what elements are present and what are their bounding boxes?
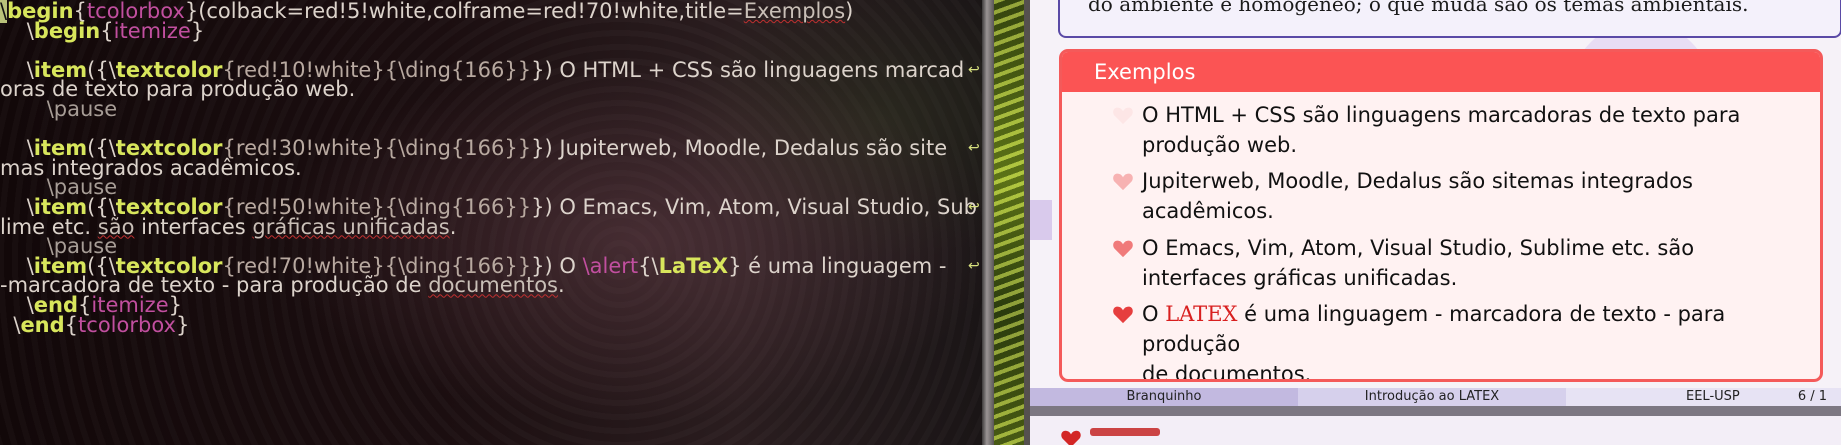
code-token: \ xyxy=(0,312,21,337)
code-token: itemize xyxy=(113,18,191,43)
pdf-viewer[interactable]: do ambiente é homogêneo; o que muda são … xyxy=(1030,0,1841,445)
line-wrap-icon: ↩ xyxy=(968,257,980,274)
code-token: . xyxy=(449,214,457,239)
item-text: O xyxy=(1142,302,1166,326)
line-wrap-icon: ↩ xyxy=(968,61,980,78)
code-token: \pause xyxy=(0,97,118,121)
heart-bullet-icon xyxy=(1113,173,1133,191)
code-token: documentos xyxy=(428,273,558,298)
code-token: }(colback=red!5!white,colframe=red!70!wh… xyxy=(184,0,744,23)
heart-icon xyxy=(1061,430,1081,445)
footer-title: Introdução ao LATEX xyxy=(1298,388,1566,406)
code-token: } xyxy=(175,312,190,337)
next-slide-page xyxy=(1030,416,1841,445)
code-token: } é uma linguagem - xyxy=(728,253,947,278)
footer-author: Branquinho xyxy=(1030,388,1298,406)
code-token: LaTeX xyxy=(658,253,729,278)
code-token: begin xyxy=(33,18,101,43)
latex-logo: LATEX xyxy=(1165,302,1238,326)
code-token: \alert xyxy=(582,253,639,278)
heart-bullet-icon xyxy=(1113,306,1133,324)
footer-page-number: 6 / 1 xyxy=(1797,389,1827,404)
colorbox-title: Exemplos xyxy=(1062,52,1820,92)
item-line: interfaces gráficas unificadas. xyxy=(1142,266,1458,290)
code-token: gráficas unificadas xyxy=(252,214,450,239)
list-item: O LATEX é uma linguagem - marcadora de t… xyxy=(1102,299,1812,382)
examples-colorbox: Exemplos O HTML + CSS são linguagens mar… xyxy=(1059,49,1823,382)
slide-footer: Branquinho Introdução ao LATEX EEL-USP 6… xyxy=(1030,388,1841,406)
page-separator xyxy=(1030,406,1841,416)
previous-block: do ambiente é homogêneo; o que muda são … xyxy=(1058,0,1841,38)
code-token: {\ xyxy=(638,253,659,278)
window-divider[interactable] xyxy=(982,0,994,445)
code-editor[interactable]: \begin{tcolorbox}(colback=red!5!white,co… xyxy=(0,0,982,445)
next-slide-title xyxy=(1090,428,1160,436)
code-token: interfaces xyxy=(134,214,253,239)
code-token: end xyxy=(20,312,65,337)
code-token: }) O HTML + CSS são linguagens marcad xyxy=(531,57,965,82)
heart-bullet-icon xyxy=(1113,240,1133,258)
item-line: O LATEX é uma linguagem - marcadora de t… xyxy=(1142,299,1812,359)
item-line: O HTML + CSS são linguagens marcadoras d… xyxy=(1142,103,1741,127)
footer-right: EEL-USP 6 / 1 xyxy=(1566,388,1841,406)
item-line: O Emacs, Vim, Atom, Visual Studio, Subli… xyxy=(1142,236,1695,260)
desktop-wallpaper-strip xyxy=(994,0,1024,445)
line-wrap-icon: ↩ xyxy=(968,199,980,215)
code-token: }) Jupiterweb, Moodle, Dedalus são site xyxy=(531,136,948,161)
list-item: Jupiterweb, Moodle, Dedalus são sitemas … xyxy=(1102,166,1812,226)
item-line: produção web. xyxy=(1142,133,1298,157)
code-token: { xyxy=(100,18,114,43)
code-token: }) O Emacs, Vim, Atom, Visual Studio, Su… xyxy=(531,195,977,219)
list-item: O Emacs, Vim, Atom, Visual Studio, Subli… xyxy=(1102,233,1812,293)
code-token: ) xyxy=(845,0,854,23)
footer-institution: EEL-USP xyxy=(1686,389,1740,404)
item-line: de documentos. xyxy=(1142,362,1312,382)
slide-decoration xyxy=(1030,200,1052,240)
previous-block-text: do ambiente é homogêneo; o que muda são … xyxy=(1088,0,1749,16)
code-token: Exemplos xyxy=(743,0,846,23)
code-token: } xyxy=(190,18,205,43)
code-line[interactable]: \end{tcolorbox} xyxy=(0,312,190,337)
slide-page: do ambiente é homogêneo; o que muda são … xyxy=(1030,0,1841,406)
item-line: Jupiterweb, Moodle, Dedalus são sitemas … xyxy=(1142,169,1693,193)
code-token: tcolorbox xyxy=(78,312,176,337)
list-item: O HTML + CSS são linguagens marcadoras d… xyxy=(1102,100,1812,160)
item-line: acadêmicos. xyxy=(1142,199,1274,223)
code-token: { xyxy=(64,312,79,337)
code-token: . xyxy=(557,273,565,298)
line-wrap-icon: ↩ xyxy=(968,140,980,157)
heart-bullet-icon xyxy=(1113,107,1133,125)
code-line[interactable]: \begin{itemize} xyxy=(0,18,205,43)
code-line[interactable]: \pause xyxy=(0,98,117,121)
